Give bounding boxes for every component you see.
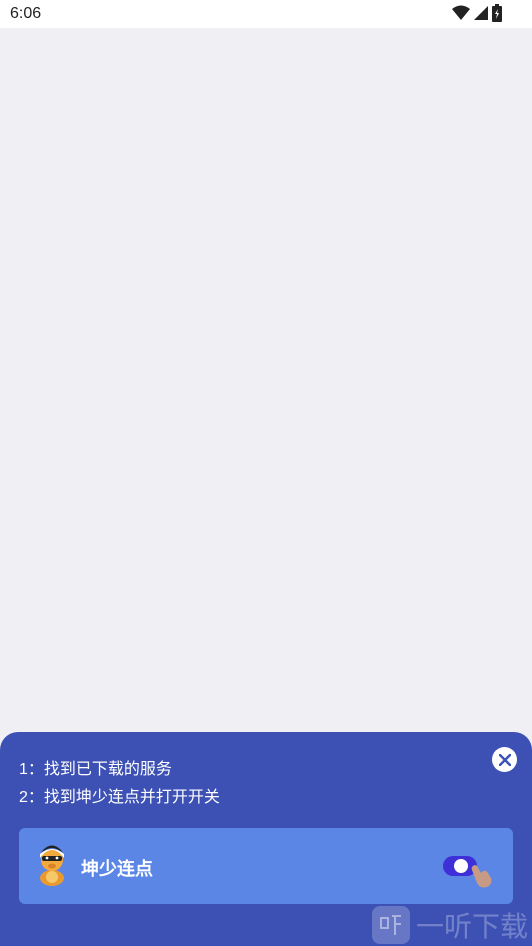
status-icons (452, 4, 502, 22)
content-area (0, 28, 532, 732)
close-icon (498, 753, 511, 766)
status-bar: 6:06 (0, 0, 532, 28)
status-time: 6:06 (10, 5, 42, 22)
battery-icon (492, 4, 502, 22)
instructions: 1：找到已下载的服务 2：找到坤少连点并打开开关 (19, 756, 220, 812)
app-card[interactable]: 坤少连点 (19, 828, 513, 904)
app-avatar-icon (40, 845, 64, 886)
bottom-sheet: 1：找到已下载的服务 2：找到坤少连点并打开开关 坤少连点 (0, 732, 532, 946)
wifi-icon (452, 5, 470, 20)
instruction-step-1: 1：找到已下载的服务 (19, 761, 172, 778)
toggle-knob (454, 859, 468, 873)
app-name: 坤少连点 (81, 859, 153, 879)
close-button[interactable] (492, 747, 517, 772)
instruction-step-2: 2：找到坤少连点并打开开关 (19, 789, 220, 806)
pointing-hand-icon (471, 865, 492, 888)
cellular-signal-icon (474, 6, 488, 20)
